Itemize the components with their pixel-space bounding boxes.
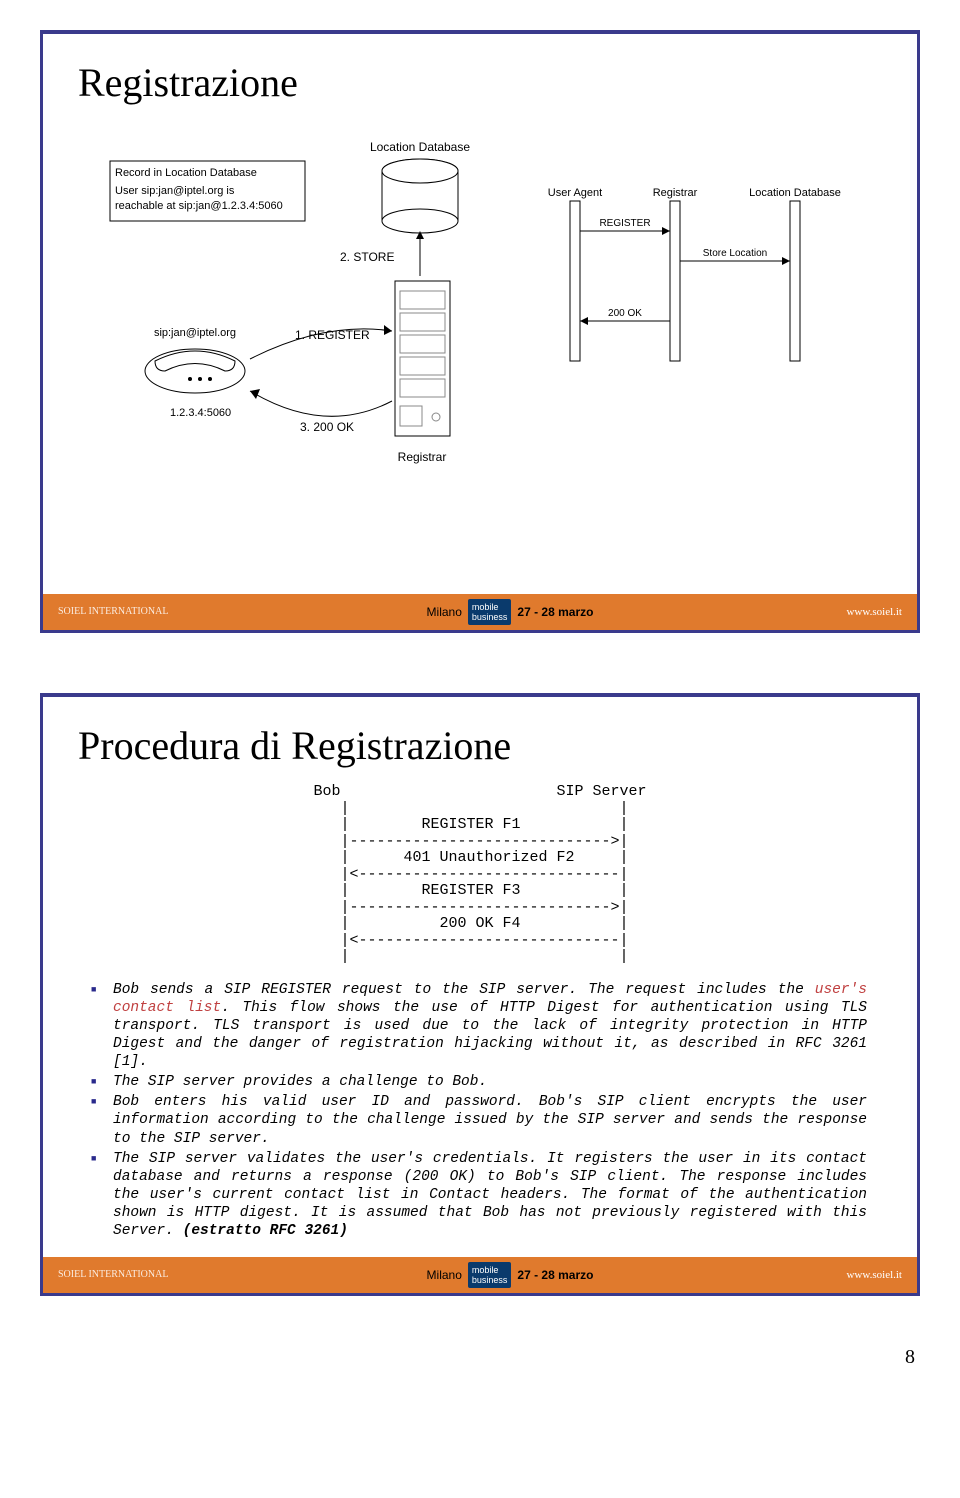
note-item: Bob enters his valid user ID and passwor… [113, 1093, 867, 1147]
footer-city: Milano [427, 1257, 462, 1293]
slide-procedura: Procedura di Registrazione Bob SIP Serve… [40, 693, 920, 1296]
svg-text:1. REGISTER: 1. REGISTER [295, 328, 370, 342]
registration-diagram: Record in Location Database User sip:jan… [100, 121, 860, 501]
diagram-text: Record in Location Database [115, 167, 257, 179]
svg-text:3. 200 OK: 3. 200 OK [300, 420, 354, 434]
footer-left: SOIEL INTERNATIONAL [58, 594, 238, 630]
footer-city: Milano [427, 594, 462, 630]
slide-footer: SOIEL INTERNATIONAL Milano mobilebusines… [43, 1257, 917, 1293]
footer-left: SOIEL INTERNATIONAL [58, 1257, 238, 1293]
svg-text:sip:jan@iptel.org: sip:jan@iptel.org [154, 327, 236, 339]
note-item: Bob sends a SIP REGISTER request to the … [113, 981, 867, 1072]
note-item: The SIP server validates the user's cred… [113, 1150, 867, 1241]
svg-text:Location Database: Location Database [749, 187, 841, 199]
svg-text:REGISTER: REGISTER [599, 218, 650, 229]
svg-text:reachable at sip:jan@1.2.3.4:5: reachable at sip:jan@1.2.3.4:5060 [115, 200, 283, 212]
svg-text:2. STORE: 2. STORE [340, 250, 394, 264]
slide-registrazione: Registrazione Record in Location Databas… [40, 30, 920, 633]
footer-logo: mobilebusiness [468, 599, 512, 625]
svg-text:Registrar: Registrar [653, 187, 698, 199]
svg-text:Registrar: Registrar [398, 450, 447, 464]
slide-title: Registrazione [78, 59, 887, 106]
svg-text:Location Database: Location Database [370, 140, 470, 154]
footer-logo: mobilebusiness [468, 1262, 512, 1288]
footer-right: www.soiel.it [782, 594, 902, 630]
footer-dates: 27 - 28 marzo [517, 594, 593, 630]
svg-text:1.2.3.4:5060: 1.2.3.4:5060 [170, 407, 231, 419]
svg-text:200 OK: 200 OK [608, 308, 642, 319]
page-number: 8 [0, 1326, 960, 1389]
slide-title: Procedura di Registrazione [78, 722, 887, 769]
svg-text:User sip:jan@iptel.org is: User sip:jan@iptel.org is [115, 185, 235, 197]
svg-text:User Agent: User Agent [548, 187, 602, 199]
svg-text:Store Location: Store Location [703, 248, 768, 259]
footer-dates: 27 - 28 marzo [517, 1257, 593, 1293]
slide-footer: SOIEL INTERNATIONAL Milano mobilebusines… [43, 594, 917, 630]
footer-right: www.soiel.it [782, 1257, 902, 1293]
notes-list: Bob sends a SIP REGISTER request to the … [73, 981, 887, 1241]
note-item: The SIP server provides a challenge to B… [113, 1073, 867, 1091]
sip-sequence-ascii: Bob SIP Server | | | REGISTER F1 | |----… [73, 784, 887, 966]
